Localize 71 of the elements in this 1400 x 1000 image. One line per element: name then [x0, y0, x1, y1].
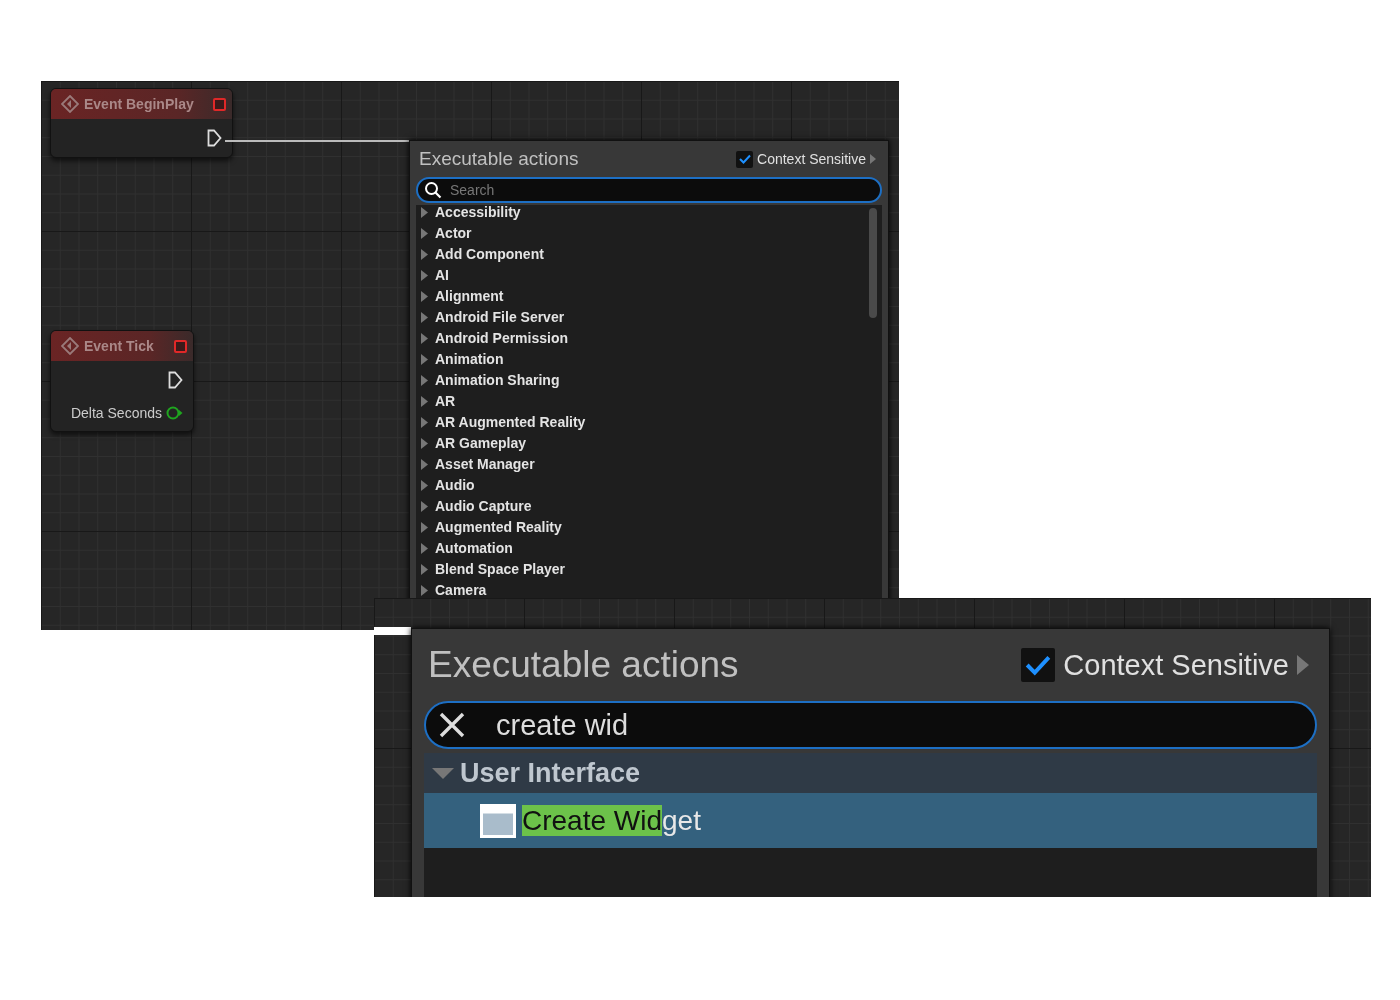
category-item[interactable]: Audio — [416, 478, 882, 492]
caret-right-icon — [421, 332, 429, 344]
context-checkbox[interactable] — [1021, 648, 1056, 682]
category-item[interactable]: Animation Sharing — [416, 373, 882, 387]
context-sensitive-label: Context Sensitive — [757, 151, 866, 167]
wire — [374, 627, 411, 635]
node-title: Event BeginPlay — [84, 96, 195, 112]
action-item[interactable]: Create Widget — [424, 793, 1317, 848]
caret-right-icon — [421, 479, 429, 491]
caret-right-icon — [421, 458, 429, 470]
search-icon — [424, 181, 442, 199]
category-item[interactable]: Add Component — [416, 247, 882, 261]
category-item[interactable]: Augmented Reality — [416, 520, 882, 534]
category-item[interactable]: Audio Capture — [416, 499, 882, 513]
exec-pin-icon[interactable] — [207, 129, 222, 147]
search-input[interactable]: Search — [450, 182, 874, 198]
context-sensitive-label: Context Sensitive — [1063, 648, 1289, 682]
event-node[interactable]: Event BeginPlay — [50, 88, 233, 158]
category-item[interactable]: Automation — [416, 541, 882, 555]
category-item[interactable]: User Interface — [424, 753, 1317, 793]
action-label: Create Widget — [522, 804, 701, 837]
caret-right-icon — [421, 521, 429, 533]
category-item[interactable]: Alignment — [416, 289, 882, 303]
caret-right-icon — [421, 290, 429, 302]
event-node[interactable]: Event Tick Delta Seconds — [50, 330, 194, 432]
clear-icon[interactable] — [438, 711, 466, 739]
menu-title: Executable actions — [419, 148, 579, 170]
caret-right-icon — [421, 542, 429, 554]
caret-right-icon[interactable] — [870, 154, 876, 164]
context-checkbox[interactable] — [736, 150, 754, 168]
exec-pin-icon[interactable] — [168, 371, 183, 389]
category-item[interactable]: Accessibility — [416, 205, 882, 219]
pin-label: Delta Seconds — [70, 405, 162, 421]
category-item[interactable]: Actor — [416, 226, 882, 240]
diamond-arrow-icon — [61, 95, 79, 113]
category-item[interactable]: Asset Manager — [416, 457, 882, 471]
caret-right-icon — [421, 206, 429, 218]
category-item[interactable]: Animation — [416, 352, 882, 366]
caret-down-icon — [432, 766, 454, 780]
caret-right-icon — [421, 374, 429, 386]
caret-right-icon — [421, 227, 429, 239]
search-input[interactable]: create wid — [496, 708, 1303, 742]
caret-right-icon — [421, 353, 429, 365]
caret-right-icon — [421, 584, 429, 596]
menu-title: Executable actions — [428, 644, 739, 686]
category-item[interactable]: Android File Server — [416, 310, 882, 324]
caret-right-icon — [421, 416, 429, 428]
category-item[interactable]: AI — [416, 268, 882, 282]
category-item[interactable]: AR Augmented Reality — [416, 415, 882, 429]
category-item[interactable]: Camera — [416, 583, 882, 597]
delegate-pin-icon[interactable] — [174, 339, 187, 353]
scrollbar[interactable] — [869, 208, 877, 318]
widget-icon — [480, 803, 516, 838]
diamond-arrow-icon — [61, 337, 79, 355]
caret-right-icon — [421, 269, 429, 281]
category-item[interactable]: Android Permission — [416, 331, 882, 345]
node-title: Event Tick — [84, 338, 155, 354]
search-field[interactable]: Search — [416, 177, 882, 203]
search-field[interactable]: create wid — [424, 701, 1317, 749]
caret-right-icon — [421, 311, 429, 323]
delegate-pin-icon[interactable] — [213, 97, 226, 111]
float-pin-icon[interactable] — [166, 406, 183, 420]
category-item[interactable]: AR — [416, 394, 882, 408]
caret-right-icon — [421, 395, 429, 407]
caret-right-icon[interactable] — [1297, 655, 1309, 675]
caret-right-icon — [421, 563, 429, 575]
caret-right-icon — [421, 500, 429, 512]
category-item[interactable]: AR Gameplay — [416, 436, 882, 450]
category-item[interactable]: Blend Space Player — [416, 562, 882, 576]
caret-right-icon — [421, 437, 429, 449]
caret-right-icon — [421, 248, 429, 260]
